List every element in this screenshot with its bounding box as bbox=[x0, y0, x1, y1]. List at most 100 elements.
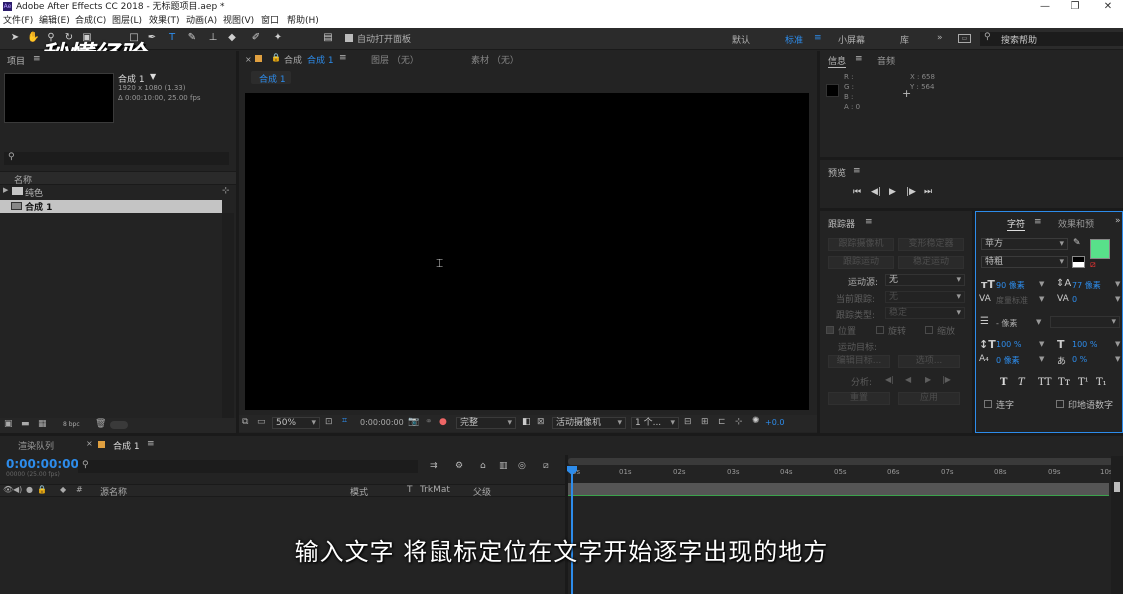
fast-preview-icon[interactable]: ◧ bbox=[522, 417, 531, 427]
menu-file[interactable]: 文件(F) bbox=[3, 14, 33, 28]
stroke-style-select[interactable] bbox=[1050, 316, 1120, 328]
workspace-menu-icon[interactable]: ≡ bbox=[814, 33, 822, 43]
time-ruler[interactable]: 0s 01s 02s 03s 04s 05s 06s 07s 08s 09s 1… bbox=[568, 465, 1113, 481]
font-family-select[interactable]: 苹方 bbox=[981, 238, 1068, 250]
next-frame-icon[interactable]: |▶ bbox=[906, 187, 916, 197]
trkmat-header[interactable]: TrkMat bbox=[420, 485, 450, 495]
stroke-width-dropdown-icon[interactable]: ▼ bbox=[1036, 318, 1041, 326]
workspace-default[interactable]: 默认 bbox=[732, 33, 750, 46]
fill-color-swatch[interactable] bbox=[1090, 239, 1110, 259]
lock-icon[interactable]: 🔒 bbox=[271, 53, 281, 62]
stabilize-motion-button[interactable]: 稳定运动 bbox=[898, 256, 964, 269]
warp-stabilizer-button[interactable]: 变形稳定器 bbox=[898, 238, 964, 251]
comp-viewer[interactable]: ⌶ bbox=[245, 93, 809, 410]
monitor-icon[interactable]: ▭ bbox=[257, 417, 266, 427]
stroke-width-value[interactable]: - 像素 bbox=[996, 318, 1017, 329]
transparency-grid-icon[interactable]: ⊠ bbox=[537, 417, 545, 427]
horizontal-scale-value[interactable]: 100 % bbox=[1072, 340, 1097, 349]
viewer-timecode[interactable]: 0:00:00:00 bbox=[360, 418, 404, 427]
clone-stamp-tool-icon[interactable]: ⊥ bbox=[207, 32, 219, 44]
motion-source-select[interactable]: 无 bbox=[885, 274, 965, 286]
lock-icon[interactable]: 🔒 bbox=[37, 485, 47, 494]
character-tab[interactable]: 字符 bbox=[1007, 217, 1026, 231]
baseline-shift-value[interactable]: 0 像素 bbox=[996, 355, 1020, 366]
menu-view[interactable]: 视图(V) bbox=[223, 14, 254, 28]
mode-header[interactable]: 模式 bbox=[350, 485, 368, 498]
scrollbar-thumb[interactable] bbox=[1114, 482, 1120, 492]
scale-checkbox[interactable] bbox=[925, 325, 933, 335]
project-item-folder[interactable]: ▶ 纯色 bbox=[0, 186, 222, 199]
snapshot-icon[interactable]: 📷 bbox=[408, 417, 419, 427]
eraser-tool-icon[interactable]: ◆ bbox=[226, 32, 238, 44]
info-panel-menu-icon[interactable]: ≡ bbox=[855, 54, 863, 64]
comp-tab-prefix[interactable]: 合成 bbox=[284, 53, 302, 66]
delete-icon[interactable]: 🗑 bbox=[95, 419, 106, 429]
play-icon[interactable]: ▶ bbox=[889, 187, 896, 197]
menu-composition[interactable]: 合成(C) bbox=[75, 14, 106, 28]
reset-exposure-icon[interactable]: ✺ bbox=[752, 416, 760, 426]
frame-blending-icon[interactable]: ▥ bbox=[499, 461, 508, 471]
faux-bold-button[interactable]: T bbox=[1000, 377, 1007, 388]
comp-tab[interactable]: 合成 1 bbox=[307, 53, 334, 66]
tracker-tab[interactable]: 跟踪器 bbox=[828, 217, 855, 230]
small-caps-button[interactable]: Tт bbox=[1058, 377, 1070, 388]
auto-open-checkbox[interactable] bbox=[345, 33, 353, 43]
close-button[interactable]: ✕ bbox=[1093, 0, 1123, 14]
resolution-select[interactable]: 完整 bbox=[456, 417, 516, 429]
options-button[interactable]: 选项... bbox=[898, 355, 960, 368]
always-preview-icon[interactable]: ⧉ bbox=[242, 417, 248, 427]
track-motion-button[interactable]: 跟踪运动 bbox=[828, 256, 894, 269]
maximize-button[interactable]: ❐ bbox=[1060, 0, 1090, 14]
close-tab-icon[interactable]: × bbox=[86, 439, 93, 448]
project-scrollbar[interactable] bbox=[222, 213, 234, 418]
subscript-button[interactable]: T₁ bbox=[1096, 377, 1107, 388]
roto-brush-tool-icon[interactable]: ✐ bbox=[250, 32, 262, 44]
timeline-scrollbar[interactable] bbox=[1111, 456, 1123, 594]
tracker-panel-menu-icon[interactable]: ≡ bbox=[865, 217, 873, 227]
menu-window[interactable]: 窗口 bbox=[261, 14, 279, 28]
font-size-dropdown-icon[interactable]: ▼ bbox=[1039, 280, 1044, 288]
color-channels-icon[interactable]: ● bbox=[439, 417, 447, 427]
menu-layer[interactable]: 图层(L) bbox=[112, 14, 142, 28]
last-frame-icon[interactable]: ⏭ bbox=[924, 187, 932, 197]
audio-toggle-icon[interactable]: ◀) bbox=[13, 485, 22, 494]
ligatures-checkbox[interactable] bbox=[984, 399, 992, 409]
previous-frame-icon[interactable]: ◀| bbox=[871, 187, 881, 197]
camera-select[interactable]: 活动摄像机 bbox=[552, 417, 626, 429]
pen-tool-icon[interactable]: ✒ bbox=[146, 32, 158, 44]
apply-button[interactable]: 应用 bbox=[898, 392, 960, 405]
bit-depth-button[interactable]: 8 bpc bbox=[63, 421, 80, 428]
analyze-forward-icon[interactable]: ▶ bbox=[925, 375, 931, 384]
video-toggle-icon[interactable]: 👁 bbox=[3, 485, 13, 494]
name-column-header[interactable]: 名称 bbox=[14, 173, 32, 186]
project-tab[interactable]: 项目 bbox=[7, 54, 25, 67]
hand-tool-icon[interactable]: ✋ bbox=[27, 32, 39, 44]
workspace-small-screen[interactable]: 小屏幕 bbox=[838, 33, 865, 46]
vertical-scale-dropdown-icon[interactable]: ▼ bbox=[1039, 340, 1044, 348]
region-of-interest-icon[interactable]: ⌗ bbox=[342, 416, 347, 426]
rotation-checkbox[interactable] bbox=[876, 325, 884, 335]
analyze-forward-all-icon[interactable]: |▶ bbox=[942, 375, 951, 384]
minimize-button[interactable]: — bbox=[1030, 0, 1060, 14]
info-tab[interactable]: 信息 bbox=[828, 54, 847, 68]
kerning-dropdown-icon[interactable]: ▼ bbox=[1039, 295, 1044, 303]
first-frame-icon[interactable]: ⏮ bbox=[853, 187, 861, 197]
more-workspaces-button[interactable]: » bbox=[937, 33, 943, 43]
project-search-input[interactable]: ⚲ bbox=[4, 152, 229, 165]
work-area-bar[interactable] bbox=[568, 458, 1113, 465]
thumbnail-size-slider[interactable] bbox=[110, 421, 128, 429]
character-panel-menu-icon[interactable]: ≡ bbox=[1034, 217, 1042, 227]
footage-tab[interactable]: 素材 （无） bbox=[471, 53, 519, 66]
layer-search-input[interactable]: ⚲ bbox=[78, 460, 418, 473]
effects-presets-tab[interactable]: 效果和预 bbox=[1058, 217, 1094, 230]
edit-target-button[interactable]: 编辑目标... bbox=[828, 355, 890, 368]
workspace-toggle-icon[interactable]: ▤ bbox=[322, 32, 334, 44]
graph-editor-icon[interactable]: ⧄ bbox=[543, 461, 549, 471]
layer-tab[interactable]: 图层 （无） bbox=[371, 53, 419, 66]
views-select[interactable]: 1 个... bbox=[631, 417, 679, 429]
position-checkbox[interactable] bbox=[826, 325, 834, 335]
zoom-select[interactable]: 50% bbox=[272, 417, 320, 429]
faux-italic-button[interactable]: T bbox=[1018, 377, 1025, 388]
shy-layers-icon[interactable]: ⌂ bbox=[480, 461, 486, 471]
tsume-dropdown-icon[interactable]: ▼ bbox=[1115, 355, 1120, 363]
